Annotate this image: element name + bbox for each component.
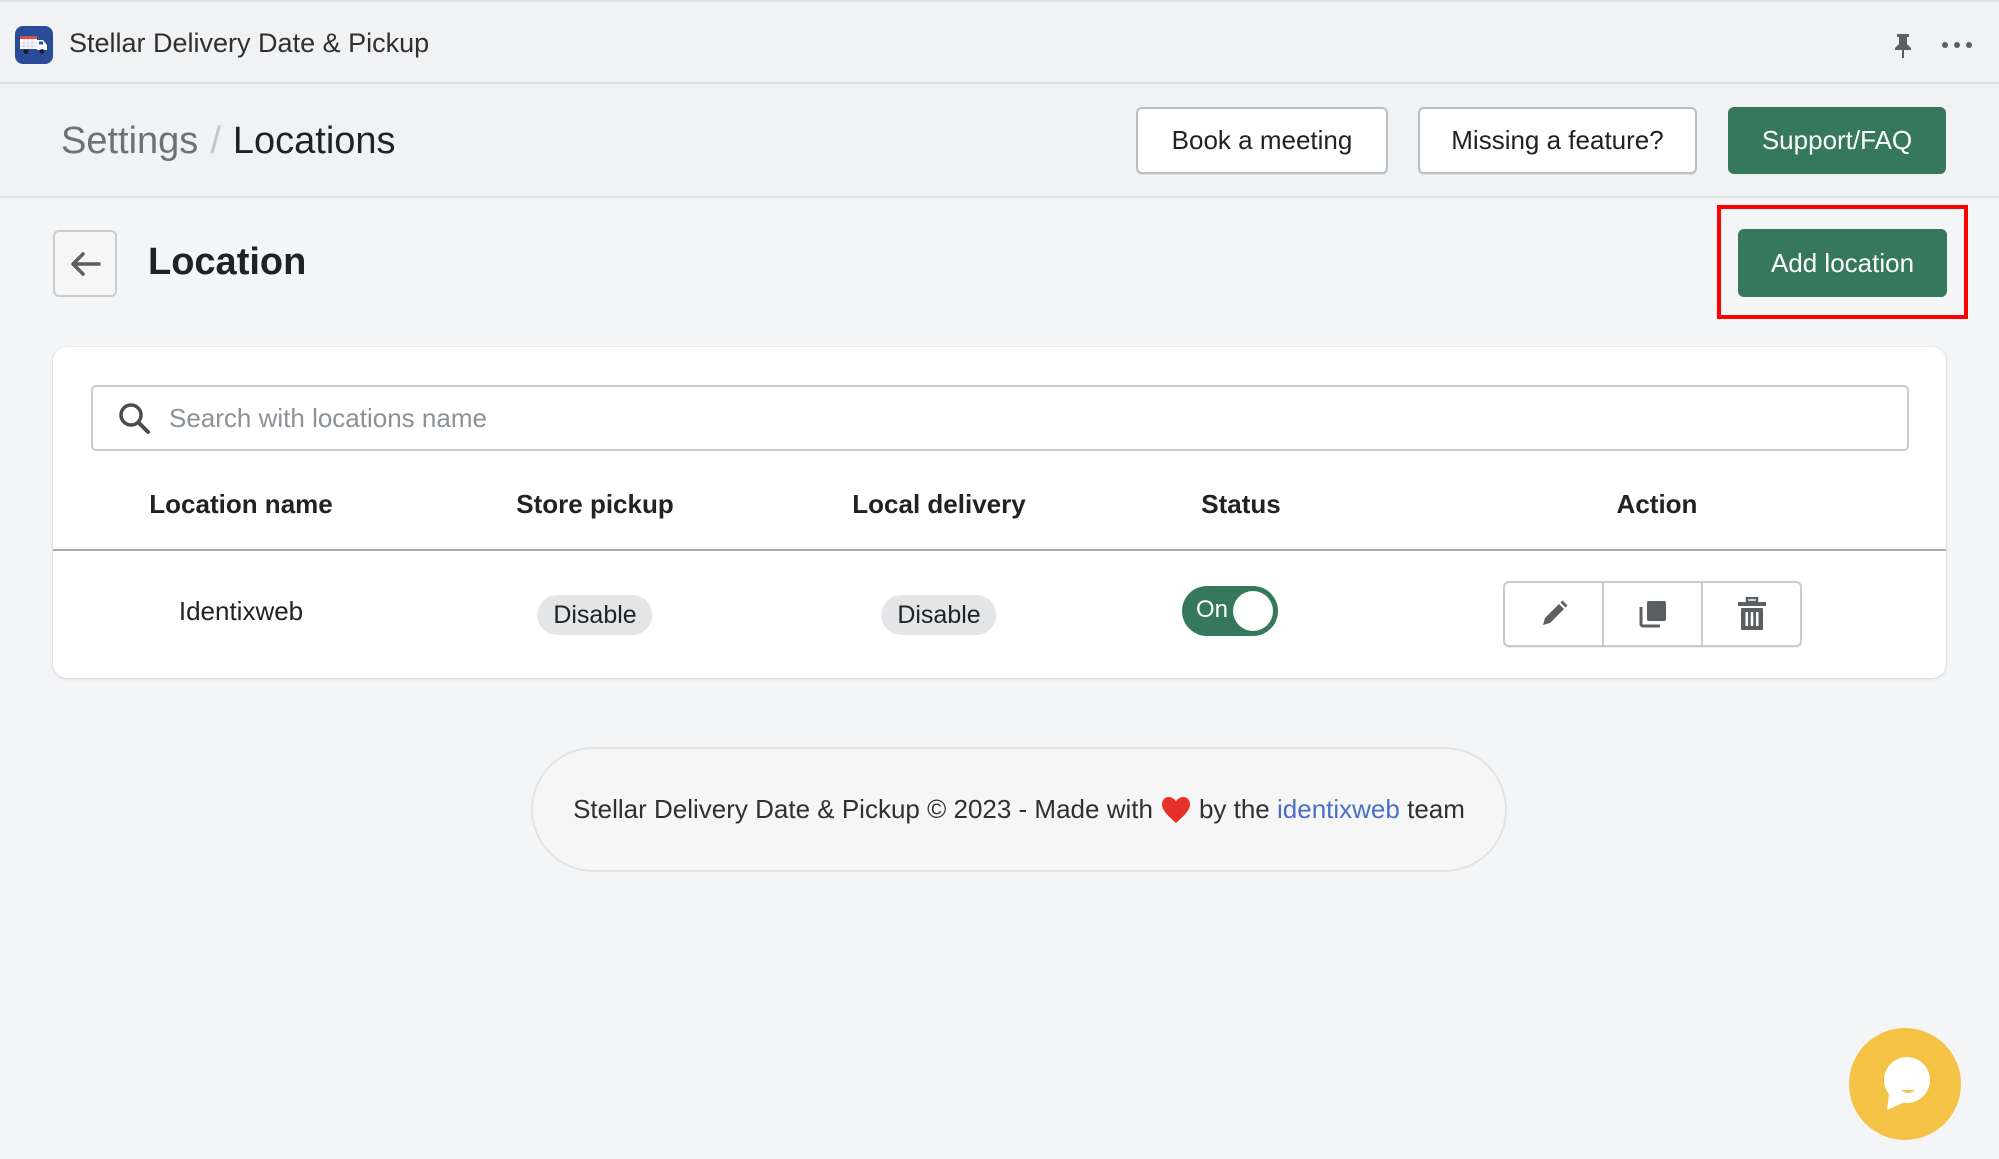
delete-icon — [1737, 597, 1766, 630]
app-title: Stellar Delivery Date & Pickup — [69, 28, 430, 58]
support-faq-button[interactable]: Support/FAQ — [1728, 107, 1946, 174]
missing-feature-button[interactable]: Missing a feature? — [1418, 107, 1697, 174]
search-icon — [119, 403, 150, 434]
locations-card: Location name Store pickup Local deliver… — [53, 347, 1946, 678]
app-top-bar: Stellar Delivery Date & Pickup — [0, 0, 1999, 84]
footer-middle: by the — [1198, 794, 1270, 824]
page-title: Location — [148, 241, 307, 283]
identixweb-link[interactable]: identixweb — [1277, 794, 1400, 825]
footer: Stellar Delivery Date & Pickup © 2023 - … — [531, 747, 1507, 872]
search-field[interactable] — [91, 385, 1909, 451]
page-header: Settings / Locations Book a meeting Miss… — [0, 84, 1999, 198]
search-input[interactable] — [169, 387, 1907, 449]
delete-button[interactable] — [1701, 583, 1800, 645]
footer-suffix: team — [1407, 794, 1465, 824]
location-name-cell: Identixweb — [178, 596, 304, 626]
column-header-local-delivery: Local delivery — [852, 489, 1026, 519]
duplicate-button[interactable] — [1602, 583, 1701, 645]
add-location-button[interactable]: Add location — [1738, 229, 1947, 297]
column-header-status: Status — [1201, 489, 1281, 519]
chat-bubble-icon — [1884, 1057, 1930, 1110]
breadcrumb-locations: Locations — [232, 120, 396, 162]
column-header-action: Action — [1616, 489, 1698, 519]
edit-button[interactable] — [1505, 583, 1602, 645]
breadcrumb: Settings / Locations — [61, 120, 396, 163]
store-pickup-badge: Disable — [537, 595, 653, 635]
status-toggle[interactable]: On — [1182, 586, 1278, 636]
status-toggle-knob — [1233, 591, 1273, 631]
arrow-left-icon — [71, 251, 101, 276]
back-button[interactable] — [53, 230, 117, 297]
table-header-divider — [53, 549, 1946, 551]
page-title-row: Location — [0, 198, 1999, 328]
footer-prefix: Stellar Delivery Date & Pickup © 2023 - … — [573, 794, 1153, 824]
local-delivery-badge: Disable — [881, 595, 997, 635]
row-action-group — [1503, 581, 1802, 647]
status-toggle-label: On — [1196, 596, 1229, 623]
heart-icon — [1161, 796, 1190, 823]
column-header-location-name: Location name — [149, 489, 333, 519]
chat-widget-button[interactable] — [1849, 1028, 1961, 1140]
more-horizontal-icon[interactable] — [1942, 33, 1972, 57]
book-meeting-button[interactable]: Book a meeting — [1136, 107, 1388, 174]
breadcrumb-settings[interactable]: Settings — [61, 120, 198, 163]
duplicate-icon — [1639, 601, 1666, 628]
delivery-truck-icon — [15, 26, 53, 64]
edit-icon — [1542, 600, 1567, 625]
column-header-store-pickup: Store pickup — [516, 489, 674, 519]
breadcrumb-separator: / — [210, 120, 221, 162]
pin-icon[interactable] — [1890, 32, 1916, 60]
